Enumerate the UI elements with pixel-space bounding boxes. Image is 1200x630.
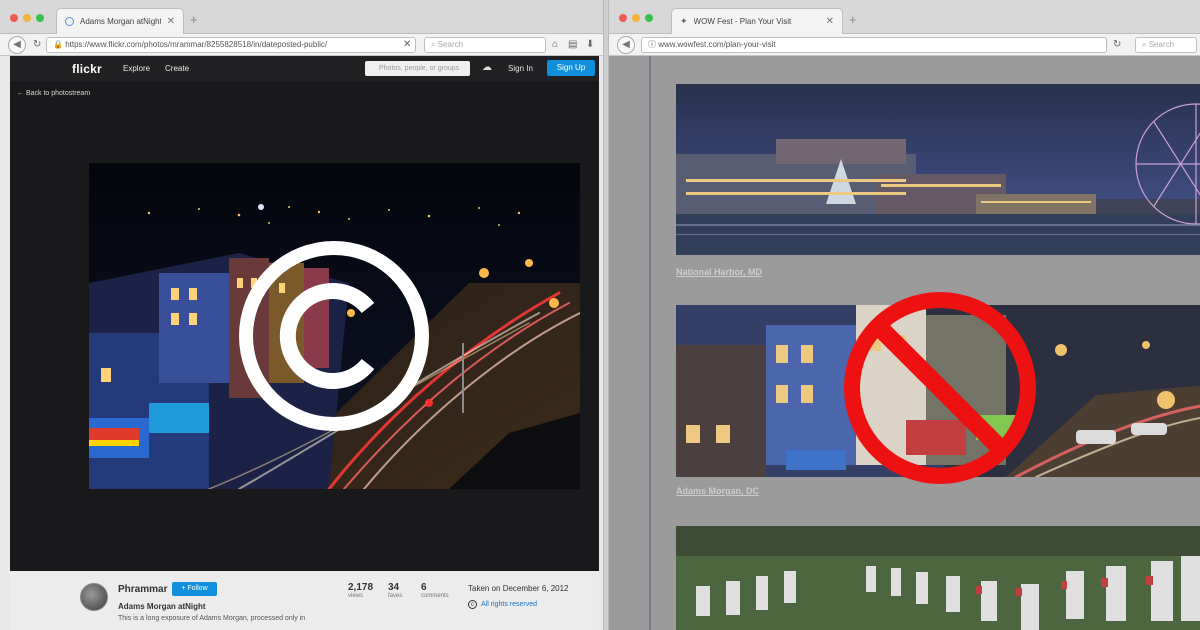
url-text: www.wowfest.com/plan-your-visit [658, 40, 776, 49]
browser-search-field[interactable]: ⌕ Search [424, 37, 546, 53]
tab-title: Adams Morgan atNight | Fli... [80, 17, 161, 26]
stat-faves-label: faves [388, 593, 403, 599]
tab-title: WOW Fest - Plan Your Visit [693, 17, 792, 26]
site-favicon-icon: ✦ [680, 16, 688, 26]
close-window-button[interactable] [10, 14, 18, 22]
photo-title: Adams Morgan atNight [118, 602, 206, 611]
stat-faves: 34 faves [388, 582, 402, 599]
stat-views-label: views [348, 593, 364, 599]
back-button[interactable]: ◀ [8, 36, 26, 54]
comparison-graphic: Adams Morgan atNight | Fli... ✕ + ◀ ↻ 🔒 … [0, 0, 1200, 630]
navigation-bar: ◀ ↻ 🔒 https://www.flickr.com/photos/mram… [0, 34, 603, 56]
stat-views: 2,178 views [348, 582, 373, 599]
address-bar[interactable]: ⓘ www.wowfest.com/plan-your-visit [641, 37, 1107, 53]
close-tab-icon[interactable]: ✕ [167, 16, 175, 27]
nav-explore[interactable]: Explore [123, 64, 150, 73]
nav-create[interactable]: Create [165, 64, 189, 73]
tab-strip: ✦ WOW Fest - Plan Your Visit ✕ + [609, 0, 1200, 34]
address-bar[interactable]: 🔒 https://www.flickr.com/photos/mrammar/… [46, 37, 416, 53]
zoom-window-button[interactable] [645, 14, 653, 22]
new-tab-button[interactable]: + [190, 13, 198, 26]
reload-icon[interactable]: ↻ [33, 39, 41, 51]
prohibited-sign-icon [844, 292, 1036, 484]
author-name[interactable]: Phrammar [118, 584, 167, 595]
stat-views-value: 2,178 [348, 582, 374, 593]
home-icon[interactable]: ⌂ [552, 39, 558, 51]
follow-button[interactable]: + Follow [172, 582, 217, 596]
sign-up-button[interactable]: Sign Up [547, 60, 595, 76]
caption-adams-morgan[interactable]: Adams Morgan, DC [676, 486, 759, 496]
minimize-window-button[interactable] [632, 14, 640, 22]
copyright-small-icon: c [468, 600, 477, 609]
flickr-logo[interactable]: flickr [72, 62, 102, 76]
harbor-photo-art [676, 84, 1200, 255]
search-icon: ⌕ [431, 40, 438, 49]
download-icon[interactable]: ⬇ [586, 39, 594, 51]
caption-national-harbor[interactable]: National Harbor, MD [676, 267, 762, 277]
upload-cloud-icon[interactable]: ☁ [480, 61, 494, 75]
avatar[interactable] [80, 583, 108, 611]
stat-faves-value: 34 [388, 582, 400, 593]
copyright-symbol-icon [239, 241, 429, 431]
tab-strip: Adams Morgan atNight | Fli... ✕ + [0, 0, 603, 34]
close-tab-icon[interactable]: ✕ [826, 16, 834, 27]
minimize-window-button[interactable] [23, 14, 31, 22]
rights-label: All rights reserved [481, 601, 538, 608]
photo-info-bar: Phrammar + Follow Adams Morgan atNight T… [10, 571, 599, 630]
window-controls [619, 14, 653, 22]
browser-tab-flickr[interactable]: Adams Morgan atNight | Fli... ✕ [56, 8, 184, 34]
new-tab-button[interactable]: + [849, 13, 857, 26]
photo-description: This is a long exposure of Adams Morgan,… [118, 615, 306, 622]
lock-icon: 🔒 [53, 40, 66, 49]
clear-url-icon[interactable]: ✕ [403, 39, 411, 51]
navigation-bar: ◀ ⓘ www.wowfest.com/plan-your-visit ↻ ⌕ … [609, 34, 1200, 56]
stat-comments: 6 comments [421, 582, 449, 599]
sign-in-link[interactable]: Sign In [508, 64, 533, 73]
search-icon: ⌕ [1142, 40, 1149, 49]
taken-on-date: Taken on December 6, 2012 [468, 584, 569, 593]
flickr-favicon-icon [65, 17, 74, 26]
back-to-photostream-link[interactable]: ← Back to photostream [17, 90, 90, 97]
reload-icon[interactable]: ↻ [1113, 39, 1121, 51]
page-edge-divider [649, 56, 651, 630]
flickr-header: flickr Explore Create ⌕ Photos, people, … [10, 56, 599, 81]
stat-comments-label: comments [421, 593, 449, 599]
rights-link[interactable]: c All rights reserved [468, 600, 537, 609]
search-placeholder: Search [1148, 40, 1175, 49]
window-controls [10, 14, 44, 22]
banner-national-harbor[interactable] [676, 84, 1200, 255]
back-button[interactable]: ◀ [617, 36, 635, 54]
browser-search-field[interactable]: ⌕ Search [1135, 37, 1197, 53]
stat-comments-value: 6 [421, 582, 427, 593]
banner-cemetery[interactable] [676, 526, 1200, 630]
zoom-window-button[interactable] [36, 14, 44, 22]
cemetery-photo-art [676, 526, 1200, 630]
flickr-search-input[interactable]: Photos, people, or groups [365, 61, 470, 76]
browser-tab-wowfest[interactable]: ✦ WOW Fest - Plan Your Visit ✕ [671, 8, 843, 34]
bookmarks-icon[interactable]: ▤ [568, 39, 577, 51]
url-text: https://www.flickr.com/photos/mrammar/82… [65, 40, 328, 49]
back-link-label: Back to photostream [25, 90, 91, 97]
close-window-button[interactable] [619, 14, 627, 22]
info-icon: ⓘ [648, 40, 659, 49]
search-placeholder: Search [437, 40, 464, 49]
